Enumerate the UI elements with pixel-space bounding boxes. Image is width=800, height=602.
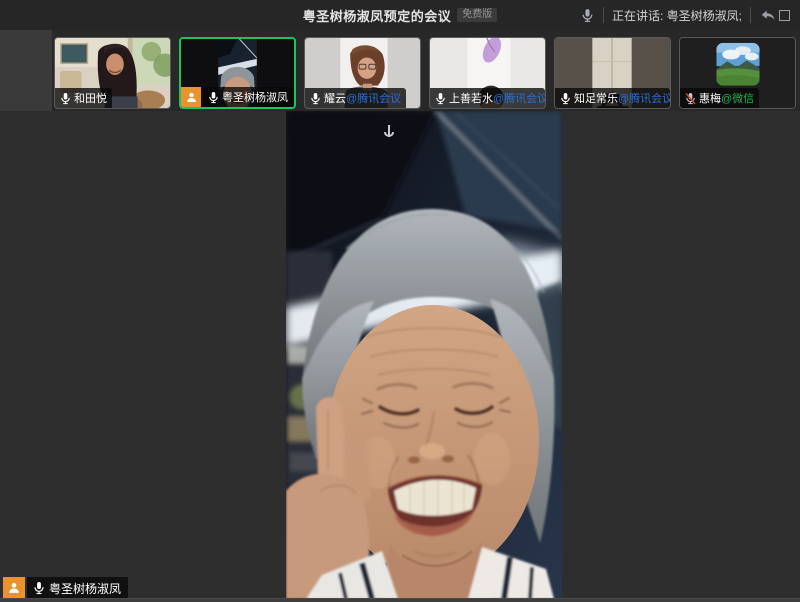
participant-name-label: 粤圣树杨淑凤 [203,87,293,107]
participant-thumbnail-2[interactable]: 粤圣树杨淑凤 [179,37,296,109]
speaking-indicator: 正在讲话: 粤圣树杨淑凤; [580,0,796,30]
participant-footer: 惠梅@微信 [680,88,759,108]
participant-thumbnail-4[interactable]: 上善若水@腾讯会议 [429,37,546,109]
participant-name-label: 和田悦 [55,88,112,108]
participant-name: 和田悦 [74,90,107,106]
participant-name-label: 知足常乐@腾讯会议 [555,88,670,108]
microphone-icon [32,581,46,595]
participant-name-label: 上善若水@腾讯会议 [430,88,545,108]
participant-thumbnail-6[interactable]: 惠梅@微信 [679,37,796,109]
participant-platform-suffix: @微信 [721,90,754,106]
participant-platform-suffix: @腾讯会议 [618,90,670,106]
participant-platform-suffix: @腾讯会议 [346,90,401,106]
host-badge [3,577,25,599]
microphone-icon [207,91,220,104]
active-speaker-footer: 粤圣树杨淑凤 [3,577,128,599]
microphone-icon [59,92,72,105]
microphone-icon [309,92,322,105]
active-speaker-video[interactable] [286,111,562,599]
window-bottom-edge [0,598,800,602]
participant-thumbnail-1[interactable]: 和田悦 [54,37,171,109]
participant-platform-suffix: @腾讯会议 [493,90,545,106]
filmstrip-left-area [0,30,52,111]
meeting-window: 粤圣树杨淑凤预定的会议 免费版 正在讲话: 粤圣树杨淑凤; [0,0,800,602]
speaking-status-text: 正在讲话: 粤圣树杨淑凤; [612,7,742,24]
host-badge [181,87,201,107]
participant-thumbnail-3[interactable]: 耀云@腾讯会议 [304,37,421,109]
person-badge-icon [185,91,198,104]
participant-name: 粤圣树杨淑凤 [222,89,288,105]
reply-arrow-icon[interactable] [759,6,777,24]
titlebar: 粤圣树杨淑凤预定的会议 免费版 正在讲话: 粤圣树杨淑凤; [0,0,800,30]
divider [603,7,604,23]
participant-name-label: 耀云@腾讯会议 [305,88,406,108]
participant-name-label: 惠梅@微信 [680,88,759,108]
filmstrip: 和田悦 [0,30,800,111]
microphone-icon [580,8,595,23]
participant-footer: 和田悦 [55,88,112,108]
participant-footer: 知足常乐@腾讯会议 [555,88,670,108]
participant-footer: 粤圣树杨淑凤 [181,87,293,107]
participant-name: 上善若水 [449,90,493,106]
participant-thumbnail-5[interactable]: 知足常乐@腾讯会议 [554,37,671,109]
meeting-title: 粤圣树杨淑凤预定的会议 [303,6,452,25]
active-speaker-name-label: 粤圣树杨淑凤 [27,577,128,599]
participant-footer: 耀云@腾讯会议 [305,88,406,108]
microphone-icon [559,92,572,105]
divider [750,7,751,23]
microphone-icon [434,92,447,105]
participant-name: 知足常乐 [574,90,618,106]
main-stage: 粤圣树杨淑凤 [0,111,800,602]
participant-name: 耀云 [324,90,346,106]
active-speaker-name: 粤圣树杨淑凤 [49,580,121,597]
microphone-slash-icon [684,92,697,105]
person-badge-icon [7,581,21,595]
free-version-badge: 免费版 [457,8,497,22]
participant-footer: 上善若水@腾讯会议 [430,88,545,108]
participant-name: 惠梅 [699,90,721,106]
square-outline-icon[interactable] [779,10,790,21]
